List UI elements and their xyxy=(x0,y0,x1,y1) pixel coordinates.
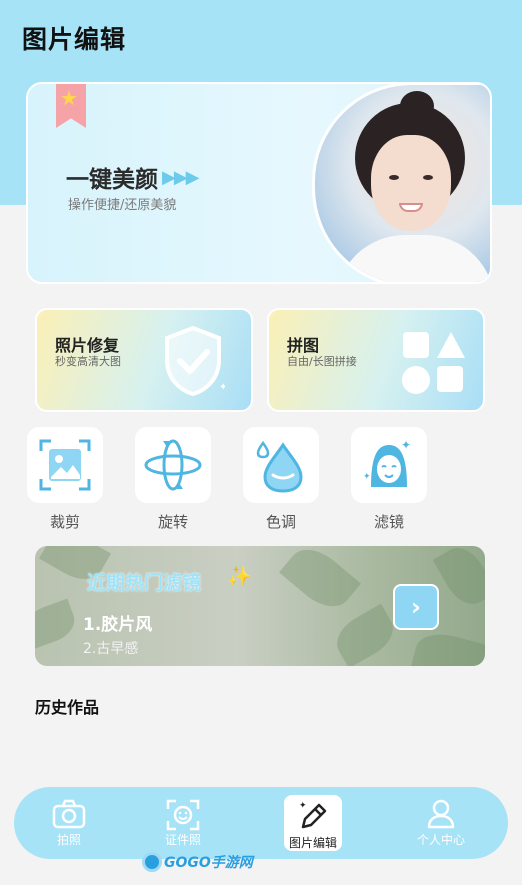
watermark-icon xyxy=(142,852,162,872)
page-title: 图片编辑 xyxy=(22,25,127,54)
nav-item-photo-edit[interactable]: ✦ 图片编辑 xyxy=(276,787,366,859)
nav-item-camera[interactable]: 拍照 xyxy=(24,787,114,859)
pen-edit-icon: ✦ xyxy=(299,801,327,829)
tool-tone[interactable]: 色调 xyxy=(243,427,319,532)
star-icon: ★ xyxy=(60,86,78,110)
tool-crop[interactable]: 裁剪 xyxy=(27,427,103,532)
filter-item-1: 1.胶片风 xyxy=(83,615,153,635)
face-filter-icon: ✦ ✦ xyxy=(363,438,411,487)
history-section-title: 历史作品 xyxy=(35,698,100,717)
nav-item-profile[interactable]: 个人中心 xyxy=(396,787,486,859)
hot-filters-banner[interactable]: 近期热门滤镜 ✨ 1.胶片风 2.古早感 › xyxy=(35,546,485,666)
crop-image-icon xyxy=(39,439,91,491)
arrows-icon: ▶▶▶ xyxy=(162,166,200,188)
portrait-image xyxy=(312,84,490,282)
hot-filters-title: 近期热门滤镜 xyxy=(87,572,202,594)
nav-label-profile: 个人中心 xyxy=(416,833,465,847)
user-icon xyxy=(427,799,455,829)
tool-filter-box: ✦ ✦ xyxy=(351,427,427,503)
tool-rotate[interactable]: 旋转 xyxy=(135,427,211,532)
id-photo-icon xyxy=(166,799,200,831)
photo-repair-subtitle: 秒变高清大图 xyxy=(55,355,121,368)
tool-tone-label: 色调 xyxy=(265,513,296,531)
ribbon-badge: ★ xyxy=(56,84,86,128)
bottom-nav: 拍照 证件照 ✦ 图片编辑 个人中心 xyxy=(14,787,508,859)
tool-filter-label: 滤镜 xyxy=(373,513,404,531)
collage-card[interactable]: 拼图 自由/长图拼接 xyxy=(267,308,485,412)
nav-label-photo-edit: 图片编辑 xyxy=(288,836,337,850)
tool-crop-label: 裁剪 xyxy=(49,513,80,531)
shapes-icon xyxy=(402,332,465,394)
tool-crop-box xyxy=(27,427,103,503)
tool-filter[interactable]: ✦ ✦ 滤镜 xyxy=(351,427,427,532)
shield-check-icon: ✦ ✦ xyxy=(161,325,225,397)
camera-icon xyxy=(52,799,86,829)
tool-rotate-box xyxy=(135,427,211,503)
nav-label-id-photo: 证件照 xyxy=(164,833,201,847)
tool-tone-box xyxy=(243,427,319,503)
hero-title-row: 一键美颜 ▶▶▶ xyxy=(66,160,200,194)
nav-item-id-photo[interactable]: 证件照 xyxy=(138,787,228,859)
rotate-icon xyxy=(144,439,202,491)
svg-text:✦: ✦ xyxy=(219,382,225,393)
hero-subtitle: 操作便捷/还原美貌 xyxy=(68,198,177,213)
svg-text:✦: ✦ xyxy=(161,332,163,343)
chevron-right-icon[interactable]: › xyxy=(393,584,439,630)
svg-text:✦: ✦ xyxy=(299,801,307,811)
svg-text:✦: ✦ xyxy=(363,472,371,482)
filter-item-2: 2.古早感 xyxy=(83,641,139,657)
tool-rotate-label: 旋转 xyxy=(157,513,188,531)
sparkle-icon: ✨ xyxy=(227,564,252,588)
watermark-logo: GOGO手游网 xyxy=(142,852,253,872)
collage-subtitle: 自由/长图拼接 xyxy=(287,355,357,368)
water-drop-icon xyxy=(256,440,303,493)
beauty-banner-card[interactable]: ★ 一键美颜 ▶▶▶ 操作便捷/还原美貌 xyxy=(26,82,492,284)
watermark-text: GOGO手游网 xyxy=(164,855,253,871)
hero-title: 一键美颜 xyxy=(66,167,158,193)
photo-repair-card[interactable]: 照片修复 秒变高清大图 ✦ ✦ xyxy=(35,308,253,412)
nav-label-camera: 拍照 xyxy=(56,833,81,847)
svg-text:✦: ✦ xyxy=(401,438,411,452)
